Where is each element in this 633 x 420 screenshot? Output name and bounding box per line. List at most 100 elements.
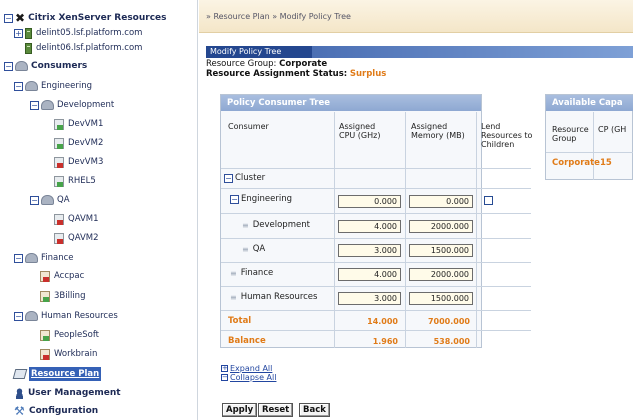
collapse-icon[interactable]: − xyxy=(14,81,23,91)
cpu-input-finance[interactable]: 4.000 xyxy=(338,268,401,281)
tree-finance[interactable]: − Finance xyxy=(14,251,74,265)
consumer-icon xyxy=(25,253,38,263)
expand-all-label[interactable]: Expand All xyxy=(230,364,272,373)
tree-development[interactable]: − Development xyxy=(30,98,114,112)
cpu-input-engineering[interactable]: 0.000 xyxy=(338,195,401,208)
col-cpu: Assigned CPU (GHz) xyxy=(339,122,381,140)
lend-resources-checkbox[interactable] xyxy=(484,196,493,205)
vm-running-icon xyxy=(54,175,64,187)
expand-all-link[interactable]: + Expand All xyxy=(221,364,272,373)
vm-label[interactable]: QAVM2 xyxy=(68,231,99,245)
nav-resource-plan[interactable]: Resource Plan xyxy=(12,367,102,381)
vm-label[interactable]: DevVM1 xyxy=(68,117,103,131)
tree-qa[interactable]: − QA xyxy=(30,193,70,207)
bullet-icon: ≡ xyxy=(242,220,249,230)
consumer-icon xyxy=(25,81,38,91)
app-label[interactable]: Workbrain xyxy=(54,347,97,361)
row-engineering[interactable]: − Engineering xyxy=(230,194,292,204)
tree-accpac[interactable]: Accpac xyxy=(40,269,84,283)
resource-plan-label[interactable]: Resource Plan xyxy=(29,367,102,381)
memory-input-finance[interactable]: 2000.000 xyxy=(409,268,473,281)
vm-label[interactable]: RHEL5 xyxy=(68,174,96,188)
tree-peoplesoft[interactable]: PeopleSoft xyxy=(40,328,99,342)
collapse-icon[interactable]: − xyxy=(224,173,233,183)
collapse-icon[interactable]: − xyxy=(14,311,23,321)
root-label[interactable]: Citrix XenServer Resources xyxy=(28,11,166,25)
vm-label[interactable]: DevVM2 xyxy=(68,136,103,150)
grid-line xyxy=(221,262,531,263)
col-memory: Assigned Memory (MB) xyxy=(411,122,465,140)
row-development-label: Development xyxy=(252,220,310,230)
collapse-all-link[interactable]: − Collapse All xyxy=(221,373,276,382)
tree-consumers[interactable]: − Consumers xyxy=(4,59,87,73)
tree-server-1[interactable]: + delint05.lsf.platform.com xyxy=(14,26,142,40)
collapse-icon[interactable]: − xyxy=(30,100,39,110)
consumer-icon xyxy=(25,311,38,321)
qa-label[interactable]: QA xyxy=(57,193,70,207)
collapse-icon[interactable]: − xyxy=(4,13,13,23)
collapse-icon[interactable]: − xyxy=(230,194,239,204)
collapse-icon[interactable]: − xyxy=(14,253,23,263)
app-label[interactable]: 3Billing xyxy=(54,289,85,303)
tree-server-2[interactable]: delint06.lsf.platform.com xyxy=(25,41,142,55)
tree-workbrain[interactable]: Workbrain xyxy=(40,347,97,361)
app-label[interactable]: Accpac xyxy=(54,269,84,283)
expand-icon: + xyxy=(221,364,228,372)
app-label[interactable]: PeopleSoft xyxy=(54,328,99,342)
tree-devvm2[interactable]: DevVM2 xyxy=(54,136,103,150)
nav-user-management[interactable]: User Management xyxy=(14,386,121,400)
row-cluster[interactable]: − Cluster xyxy=(224,173,265,183)
avail-col-group: Resource Group xyxy=(552,125,589,143)
header-band xyxy=(312,46,633,58)
tree-qavm1[interactable]: QAVM1 xyxy=(54,212,99,226)
server-label[interactable]: delint05.lsf.platform.com xyxy=(36,26,142,40)
memory-input-human-resources[interactable]: 1500.000 xyxy=(409,292,473,305)
app-running-icon xyxy=(40,329,50,341)
apply-button[interactable]: Apply xyxy=(222,403,258,417)
grid-line xyxy=(221,168,531,169)
collapse-icon[interactable]: − xyxy=(30,195,39,205)
tree-rhel5[interactable]: RHEL5 xyxy=(54,174,96,188)
consumers-label[interactable]: Consumers xyxy=(31,59,87,73)
development-label[interactable]: Development xyxy=(57,98,114,112)
server-label[interactable]: delint06.lsf.platform.com xyxy=(36,41,142,55)
memory-input-development[interactable]: 2000.000 xyxy=(409,220,473,233)
nav-configuration[interactable]: ⚒ Configuration xyxy=(14,404,98,418)
avail-row-group: Corporate xyxy=(552,158,600,168)
row-development: ≡ Development xyxy=(242,220,310,230)
breadcrumb[interactable]: » Resource Plan » Modify Policy Tree xyxy=(206,12,351,21)
grid-line xyxy=(221,188,531,189)
collapse-icon: − xyxy=(221,373,228,381)
hr-label[interactable]: Human Resources xyxy=(41,309,118,323)
cpu-input-development[interactable]: 4.000 xyxy=(338,220,401,233)
vm-label[interactable]: DevVM3 xyxy=(68,155,103,169)
tab-modify-policy-tree[interactable]: Modify Policy Tree xyxy=(206,46,312,58)
back-button[interactable]: Back xyxy=(299,403,330,417)
resource-group-label: Resource Group: xyxy=(206,59,277,69)
collapse-all-label[interactable]: Collapse All xyxy=(230,373,276,382)
tree-qavm2[interactable]: QAVM2 xyxy=(54,231,99,245)
users-icon xyxy=(14,387,25,399)
configuration-label[interactable]: Configuration xyxy=(29,404,98,418)
cpu-input-qa[interactable]: 3.000 xyxy=(338,244,401,257)
grid-line xyxy=(221,310,531,311)
engineering-label[interactable]: Engineering xyxy=(41,79,92,93)
cpu-input-human-resources[interactable]: 3.000 xyxy=(338,292,401,305)
finance-label[interactable]: Finance xyxy=(41,251,74,265)
tree-root[interactable]: − ✖ Citrix XenServer Resources xyxy=(4,11,167,25)
reset-button[interactable]: Reset xyxy=(258,403,294,417)
row-finance: ≡ Finance xyxy=(230,268,273,278)
user-management-label[interactable]: User Management xyxy=(28,386,121,400)
collapse-icon[interactable]: − xyxy=(4,61,13,71)
tree-devvm3[interactable]: DevVM3 xyxy=(54,155,103,169)
vm-label[interactable]: QAVM1 xyxy=(68,212,99,226)
total-cpu: 14.000 xyxy=(367,317,398,326)
tree-engineering[interactable]: − Engineering xyxy=(14,79,92,93)
expand-icon[interactable]: + xyxy=(14,28,23,38)
tree-3billing[interactable]: 3Billing xyxy=(40,289,85,303)
tree-devvm1[interactable]: DevVM1 xyxy=(54,117,103,131)
tree-human-resources[interactable]: − Human Resources xyxy=(14,309,118,323)
memory-input-qa[interactable]: 1500.000 xyxy=(409,244,473,257)
row-finance-label: Finance xyxy=(240,268,274,278)
memory-input-engineering[interactable]: 0.000 xyxy=(409,195,473,208)
